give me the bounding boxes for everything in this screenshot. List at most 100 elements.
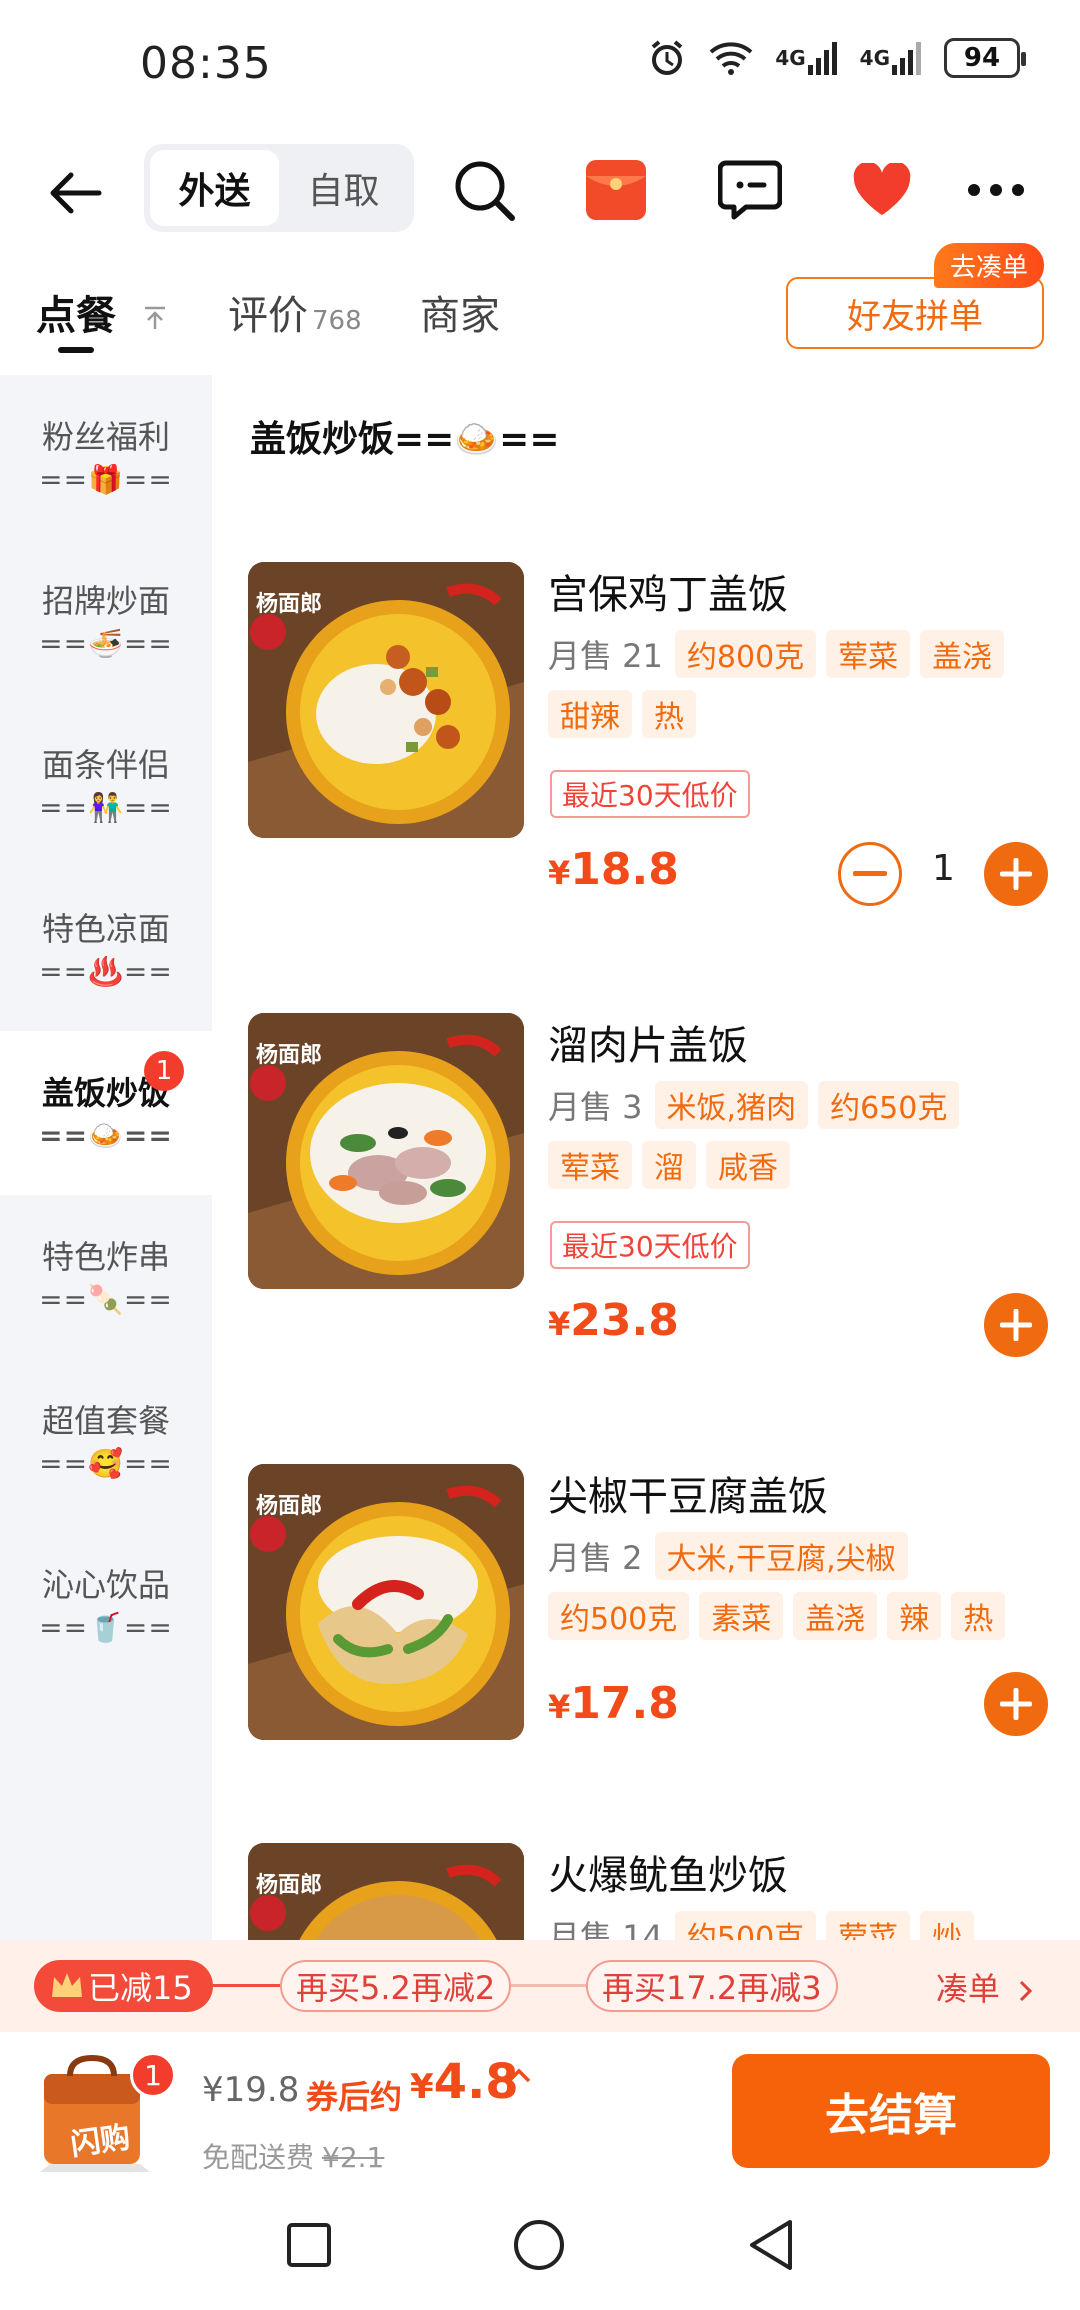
delivery-fee: 免配送费 ¥2.1 <box>202 2141 385 2174</box>
dish-tag: 素菜 <box>699 1592 784 1640</box>
sidebar-item-signature-noodles[interactable]: 招牌炒面 ==🍜== <box>0 539 212 703</box>
dish-brand: 杨面郎 <box>256 1873 323 1898</box>
dish-item[interactable]: 杨面郎 尖椒干豆腐盖饭 月售 2 大米,干豆腐,尖椒 约500克 素菜 盖浇 辣… <box>248 1464 1048 1754</box>
heart-icon <box>853 163 911 215</box>
reviews-count: 768 <box>312 306 362 336</box>
dish-image[interactable]: 杨面郎 <box>248 1013 524 1289</box>
home-button[interactable] <box>504 2210 574 2280</box>
dish-tags: 月售 3 米饭,猪肉 约650克 荤菜 溜 咸香 <box>548 1081 1048 1189</box>
monthly-sales: 月售 3 <box>548 1088 643 1126</box>
sidebar-item-noodle-sides[interactable]: 面条伴侣 ==👫== <box>0 703 212 867</box>
more-icon <box>968 184 1024 196</box>
dish-tag: 盖浇 <box>920 630 1005 678</box>
status-icons: 4G 4G 94 <box>647 38 1026 78</box>
after-coupon-label: 券后约 <box>306 2078 403 2116</box>
dish-image[interactable]: 杨面郎 <box>248 1464 524 1740</box>
dish-tag: 荤菜 <box>826 630 911 678</box>
discount-tier: 再买17.2再减3 <box>586 1960 838 2012</box>
category-count-badge: 1 <box>144 1051 184 1091</box>
circle-icon <box>514 2220 564 2270</box>
status-time: 08:35 <box>140 38 272 89</box>
chevron-right-icon <box>1019 1980 1033 2002</box>
dish-price: ¥17.8 <box>548 1678 679 1729</box>
dish-tag: 大米,干豆腐,尖椒 <box>654 1532 908 1580</box>
dish-item[interactable]: 杨面郎 宫保鸡丁盖饭 月售 21 约800克 荤菜 盖浇 甜辣 热 最近30天低… <box>248 562 1048 906</box>
dish-image[interactable]: 杨面郎 <box>248 562 524 838</box>
crown-icon <box>52 1973 82 1997</box>
store-tabs: 点餐 评价 768 商家 好友拼单 去凑单 <box>0 243 1080 365</box>
square-icon <box>287 2223 331 2267</box>
alarm-icon <box>647 38 687 78</box>
category-sidebar: 粉丝福利 ==🎁== 招牌炒面 ==🍜== 面条伴侣 ==👫== 特色凉面 ==♨️==… <box>0 375 212 1940</box>
tab-order[interactable]: 点餐 <box>36 283 170 341</box>
sidebar-item-cold-noodles[interactable]: 特色凉面 ==♨️== <box>0 867 212 1031</box>
dish-price: ¥18.8 <box>548 844 679 895</box>
tab-reviews[interactable]: 评价 768 <box>228 283 362 341</box>
dish-tags: 月售 2 大米,干豆腐,尖椒 约500克 素菜 盖浇 辣 热 <box>548 1532 1048 1640</box>
status-bar: 08:35 4G 4G 94 <box>0 0 1080 130</box>
collapse-up-icon <box>144 306 165 329</box>
top-nav: 外送 自取 <box>0 140 1080 250</box>
monthly-sales: 月售 21 <box>548 637 663 675</box>
dish-image[interactable]: 杨面郎 <box>248 1843 524 1940</box>
back-button[interactable] <box>40 158 110 228</box>
discount-tier: 再买5.2再减2 <box>280 1960 512 2012</box>
add-to-cart-button[interactable] <box>984 1293 1048 1357</box>
dish-tag: 荤菜 <box>548 1141 632 1189</box>
triangle-back-icon <box>750 2220 792 2270</box>
dish-tag: 约650克 <box>818 1081 960 1129</box>
dish-tag: 热 <box>951 1592 1006 1640</box>
dish-item[interactable]: 杨面郎 溜肉片盖饭 月售 3 米饭,猪肉 约650克 荤菜 溜 咸香 最近30天… <box>248 1013 1048 1357</box>
favorite-button[interactable] <box>846 154 918 226</box>
bag-label: 闪购 <box>68 2119 133 2163</box>
dish-brand: 杨面郎 <box>256 1043 323 1068</box>
sidebar-item-fan-benefits[interactable]: 粉丝福利 ==🎁== <box>0 375 212 539</box>
tab-merchant[interactable]: 商家 <box>420 283 500 341</box>
monthly-sales: 月售 14 <box>548 1918 663 1940</box>
tab-delivery[interactable]: 外送 <box>150 150 279 226</box>
tab-pickup[interactable]: 自取 <box>279 150 408 226</box>
dish-tag: 咸香 <box>706 1141 790 1189</box>
signal-b-icon: 4G <box>860 41 922 75</box>
original-total: ¥19.8 <box>202 2070 300 2110</box>
group-order-badge[interactable]: 去凑单 <box>934 243 1045 288</box>
final-total: ¥4.8 <box>410 2054 519 2110</box>
add-more-link[interactable]: 凑单 <box>936 1964 1034 2010</box>
add-to-cart-button[interactable] <box>984 1672 1048 1736</box>
chat-icon <box>718 160 782 220</box>
chat-button[interactable] <box>714 154 786 226</box>
dish-name: 火爆鱿鱼炒饭 <box>548 1853 788 1899</box>
dish-price: ¥23.8 <box>548 1295 679 1346</box>
plus-icon <box>1000 1688 1032 1720</box>
add-to-cart-button[interactable] <box>984 842 1048 906</box>
decrease-quantity-button[interactable] <box>838 842 902 906</box>
dish-name: 尖椒干豆腐盖饭 <box>548 1474 828 1520</box>
section-title: 盖饭炒饭==🍛== <box>250 419 560 460</box>
low-price-badge: 最近30天低价 <box>550 1221 750 1269</box>
dish-name: 溜肉片盖饭 <box>548 1023 748 1069</box>
search-button[interactable] <box>448 154 520 226</box>
sidebar-item-drinks[interactable]: 沁心饮品 ==🥤== <box>0 1523 212 1687</box>
dish-tag: 约500克 <box>548 1592 690 1640</box>
price-detail-toggle[interactable] <box>506 2066 532 2088</box>
sidebar-item-skewers[interactable]: 特色炸串 ==🍡== <box>0 1195 212 1359</box>
dish-tag: 米饭,猪肉 <box>654 1081 809 1129</box>
sidebar-item-rice-dishes[interactable]: 盖饭炒饭 ==🍛== 1 <box>0 1031 212 1195</box>
sidebar-item-value-combos[interactable]: 超值套餐 ==🥰== <box>0 1359 212 1523</box>
chevron-up-icon <box>507 2068 531 2083</box>
recent-apps-button[interactable] <box>274 2210 344 2280</box>
tab-underline <box>58 347 94 353</box>
checkout-button[interactable]: 去结算 <box>732 2054 1050 2168</box>
red-packet-icon <box>586 160 646 220</box>
dish-tag: 炒 <box>920 1911 975 1940</box>
dish-item[interactable]: 杨面郎 火爆鱿鱼炒饭 月售 14 约500克 荤菜 炒 <box>248 1843 1048 1940</box>
cart-count-badge: 1 <box>130 2052 176 2098</box>
dish-tag: 荤菜 <box>826 1911 911 1940</box>
dish-tag: 甜辣 <box>548 690 632 738</box>
progress-line <box>508 1984 588 1987</box>
more-button[interactable] <box>960 154 1032 226</box>
system-back-button[interactable] <box>736 2210 806 2280</box>
red-packet-button[interactable] <box>580 154 652 226</box>
back-arrow-icon <box>50 172 102 214</box>
search-icon <box>455 161 515 221</box>
